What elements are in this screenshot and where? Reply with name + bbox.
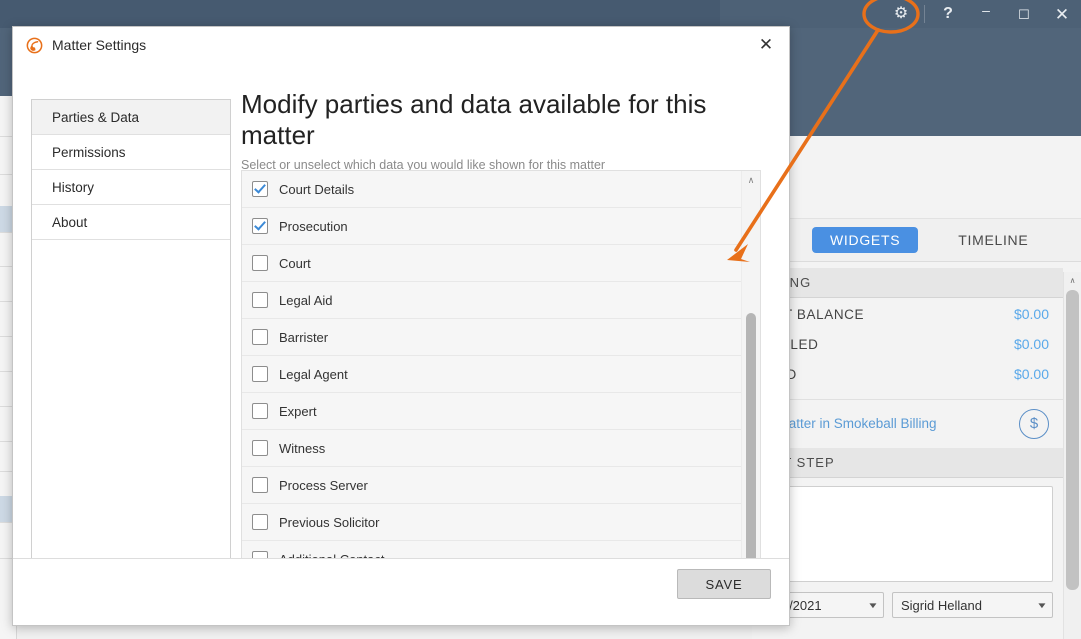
unbilled-row: IBILLED $0.00 bbox=[752, 329, 1063, 359]
page-title: Modify parties and data available for th… bbox=[241, 89, 707, 151]
smokeball-logo-icon bbox=[25, 36, 43, 54]
checkbox-checked-icon[interactable] bbox=[252, 181, 268, 197]
checkbox-row[interactable]: Legal Aid bbox=[242, 282, 741, 319]
widgets-timeline-tabbar: WIDGETS TIMELINE bbox=[752, 218, 1081, 262]
tab-widgets[interactable]: WIDGETS bbox=[812, 227, 919, 253]
checkbox-unchecked-icon[interactable] bbox=[252, 403, 268, 419]
next-step-person-dropdown[interactable]: Sigrid Helland ▼ bbox=[892, 592, 1053, 618]
checkbox-label: Legal Aid bbox=[279, 292, 333, 308]
unpaid-row: PAID $0.00 bbox=[752, 359, 1063, 389]
checkbox-unchecked-icon[interactable] bbox=[252, 329, 268, 345]
scrollbar-thumb[interactable] bbox=[746, 313, 756, 563]
sidebar-item-label: Parties & Data bbox=[52, 109, 140, 125]
help-icon[interactable]: ? bbox=[929, 0, 967, 28]
smokeball-billing-link-row: w matter in Smokeball Billing $ bbox=[752, 399, 1063, 447]
titlebar-shade bbox=[0, 0, 720, 28]
sidebar-item-about[interactable]: About bbox=[32, 205, 230, 240]
checkbox-label: Prosecution bbox=[279, 218, 348, 234]
matter-settings-dialog: Matter Settings ✕ Parties & Data Permiss… bbox=[12, 26, 790, 626]
checkbox-unchecked-icon[interactable] bbox=[252, 366, 268, 382]
checkbox-row[interactable]: Witness bbox=[242, 430, 741, 467]
checkbox-label: Court bbox=[279, 255, 311, 271]
dollar-icon[interactable]: $ bbox=[1019, 408, 1049, 439]
checkbox-unchecked-icon[interactable] bbox=[252, 477, 268, 493]
settings-gear-icon[interactable]: ⚙ bbox=[882, 0, 920, 28]
checkbox-label: Legal Agent bbox=[279, 366, 348, 382]
dialog-content-header: Modify parties and data available for th… bbox=[241, 89, 771, 172]
checkbox-checked-icon[interactable] bbox=[252, 218, 268, 234]
next-step-note-field[interactable] bbox=[762, 486, 1053, 582]
close-window-icon[interactable]: ✕ bbox=[1043, 0, 1081, 28]
billing-section-header: ILLING bbox=[752, 268, 1063, 298]
checkbox-row[interactable]: Court Details bbox=[242, 171, 741, 208]
unpaid-value: $0.00 bbox=[1013, 366, 1049, 382]
dialog-footer: SAVE bbox=[13, 558, 789, 625]
scrollbar-thumb[interactable] bbox=[1066, 290, 1079, 590]
checkbox-row[interactable]: Court bbox=[242, 245, 741, 282]
dialog-body: Parties & Data Permissions History About… bbox=[13, 63, 789, 625]
dialog-sidebar: Parties & Data Permissions History About bbox=[31, 99, 231, 576]
scroll-up-icon[interactable]: ∧ bbox=[1064, 272, 1081, 289]
save-button[interactable]: SAVE bbox=[677, 569, 771, 599]
dialog-titlebar: Matter Settings ✕ bbox=[13, 27, 789, 63]
sidebar-item-parties-and-data[interactable]: Parties & Data bbox=[32, 100, 230, 135]
checkbox-label: Barrister bbox=[279, 329, 329, 345]
app-titlebar: ⚙ ? – ☐ ✕ bbox=[0, 0, 1081, 28]
checkbox-row[interactable]: Expert bbox=[242, 393, 741, 430]
checkbox-label: Expert bbox=[279, 403, 317, 419]
sidebar-item-label: Permissions bbox=[52, 144, 126, 160]
titlebar-divider bbox=[924, 5, 925, 23]
right-panel-scrollbar[interactable]: ∧ bbox=[1063, 272, 1081, 639]
trust-balance-row: UST BALANCE $0.00 bbox=[752, 299, 1063, 329]
checkbox-unchecked-icon[interactable] bbox=[252, 255, 268, 271]
next-step-person-value: Sigrid Helland bbox=[901, 597, 982, 613]
checkbox-unchecked-icon[interactable] bbox=[252, 292, 268, 308]
trust-balance-value: $0.00 bbox=[1013, 306, 1049, 322]
sidebar-item-label: About bbox=[52, 214, 88, 230]
next-step-section-header: EXT STEP bbox=[752, 448, 1063, 478]
checkbox-label: Previous Solicitor bbox=[279, 514, 380, 530]
checkbox-list-inner: Court Details Prosecution Court Legal Aid Ba… bbox=[242, 171, 741, 591]
checkbox-label: Witness bbox=[279, 440, 326, 456]
checkbox-unchecked-icon[interactable] bbox=[252, 514, 268, 530]
chevron-down-icon: ▼ bbox=[867, 600, 879, 610]
dialog-title: Matter Settings bbox=[52, 37, 147, 53]
sidebar-filler bbox=[32, 240, 230, 575]
window-controls: ⚙ ? – ☐ ✕ bbox=[882, 0, 1081, 28]
screenshot-root: ⚙ ? – ☐ ✕ WIDGETS TIMELINE UST BALANCE $… bbox=[0, 0, 1081, 639]
checkbox-row[interactable]: Process Server bbox=[242, 467, 741, 504]
dialog-close-icon[interactable]: ✕ bbox=[753, 32, 779, 58]
unbilled-value: $0.00 bbox=[1013, 336, 1049, 352]
scroll-up-icon[interactable]: ∧ bbox=[742, 171, 760, 189]
checkbox-row[interactable]: Legal Agent bbox=[242, 356, 741, 393]
checkbox-row[interactable]: Barrister bbox=[242, 319, 741, 356]
parties-checkbox-list: Court Details Prosecution Court Legal Aid Ba… bbox=[241, 170, 761, 592]
sidebar-item-label: History bbox=[52, 179, 95, 195]
checkbox-unchecked-icon[interactable] bbox=[252, 440, 268, 456]
checkbox-row[interactable]: Previous Solicitor bbox=[242, 504, 741, 541]
chevron-down-icon: ▼ bbox=[1036, 600, 1048, 610]
next-step-controls: /04/2021 ▼ Sigrid Helland ▼ bbox=[762, 592, 1053, 618]
checkbox-row[interactable]: Prosecution bbox=[242, 208, 741, 245]
checkbox-label: Court Details bbox=[279, 181, 355, 197]
minimize-icon[interactable]: – bbox=[967, 0, 1005, 32]
tab-timeline[interactable]: TIMELINE bbox=[940, 227, 1046, 253]
maximize-icon[interactable]: ☐ bbox=[1005, 0, 1043, 28]
checkbox-label: Process Server bbox=[279, 477, 368, 493]
sidebar-item-permissions[interactable]: Permissions bbox=[32, 135, 230, 170]
matter-right-panel: WIDGETS TIMELINE ILLING UST BALANCE $0.0… bbox=[752, 136, 1081, 639]
sidebar-item-history[interactable]: History bbox=[32, 170, 230, 205]
checkbox-list-scrollbar[interactable]: ∧ ∨ bbox=[741, 171, 760, 591]
